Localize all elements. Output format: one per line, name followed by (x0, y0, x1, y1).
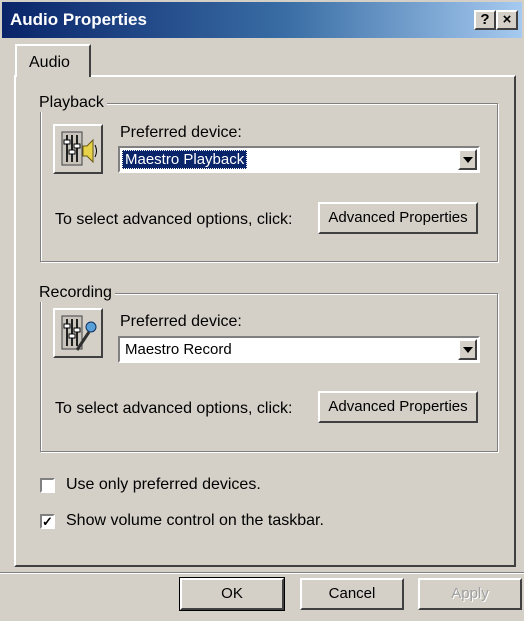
playback-device-value: Maestro Playback (122, 150, 248, 169)
show-volume-taskbar-label[interactable]: Show volume control on the taskbar. (66, 512, 324, 530)
tab-audio-label: Audio (29, 54, 70, 71)
use-preferred-only-checkbox[interactable] (40, 478, 55, 493)
help-button[interactable]: ? (474, 10, 496, 30)
microphone-mixer-icon (61, 315, 97, 351)
recording-icon-frame (53, 308, 103, 358)
use-preferred-only-label[interactable]: Use only preferred devices. (66, 476, 261, 494)
title-bar[interactable]: Audio Properties ? × (2, 2, 522, 38)
close-button[interactable]: × (496, 10, 518, 30)
recording-advanced-properties-button[interactable]: Advanced Properties (318, 391, 478, 423)
playback-preferred-label: Preferred device: (120, 124, 242, 141)
playback-advanced-text: To select advanced options, click: (55, 211, 293, 228)
playback-device-select[interactable]: Maestro Playback (118, 146, 480, 173)
recording-preferred-label: Preferred device: (120, 313, 242, 330)
recording-group-label: Recording (36, 284, 115, 302)
chevron-down-icon[interactable] (458, 149, 477, 170)
cancel-button[interactable]: Cancel (300, 578, 404, 610)
speaker-mixer-icon (61, 131, 97, 166)
bottom-separator (0, 572, 524, 574)
recording-group (40, 293, 498, 452)
playback-group (40, 103, 498, 262)
apply-button[interactable]: Apply (418, 578, 522, 610)
recording-device-value: Maestro Record (125, 341, 232, 358)
window-title: Audio Properties (10, 10, 147, 29)
show-volume-taskbar-checkbox[interactable]: ✓ (40, 514, 55, 529)
playback-advanced-properties-button[interactable]: Advanced Properties (318, 202, 478, 234)
recording-advanced-text: To select advanced options, click: (55, 400, 293, 417)
tab-audio[interactable]: Audio (15, 44, 91, 77)
ok-button[interactable]: OK (179, 577, 285, 611)
recording-device-select[interactable]: Maestro Record (118, 336, 480, 363)
playback-group-label: Playback (36, 94, 107, 112)
audio-properties-dialog: Audio Properties ? × Audio Playback Pref… (0, 0, 524, 621)
playback-icon-frame (53, 124, 103, 174)
chevron-down-icon[interactable] (458, 339, 477, 360)
